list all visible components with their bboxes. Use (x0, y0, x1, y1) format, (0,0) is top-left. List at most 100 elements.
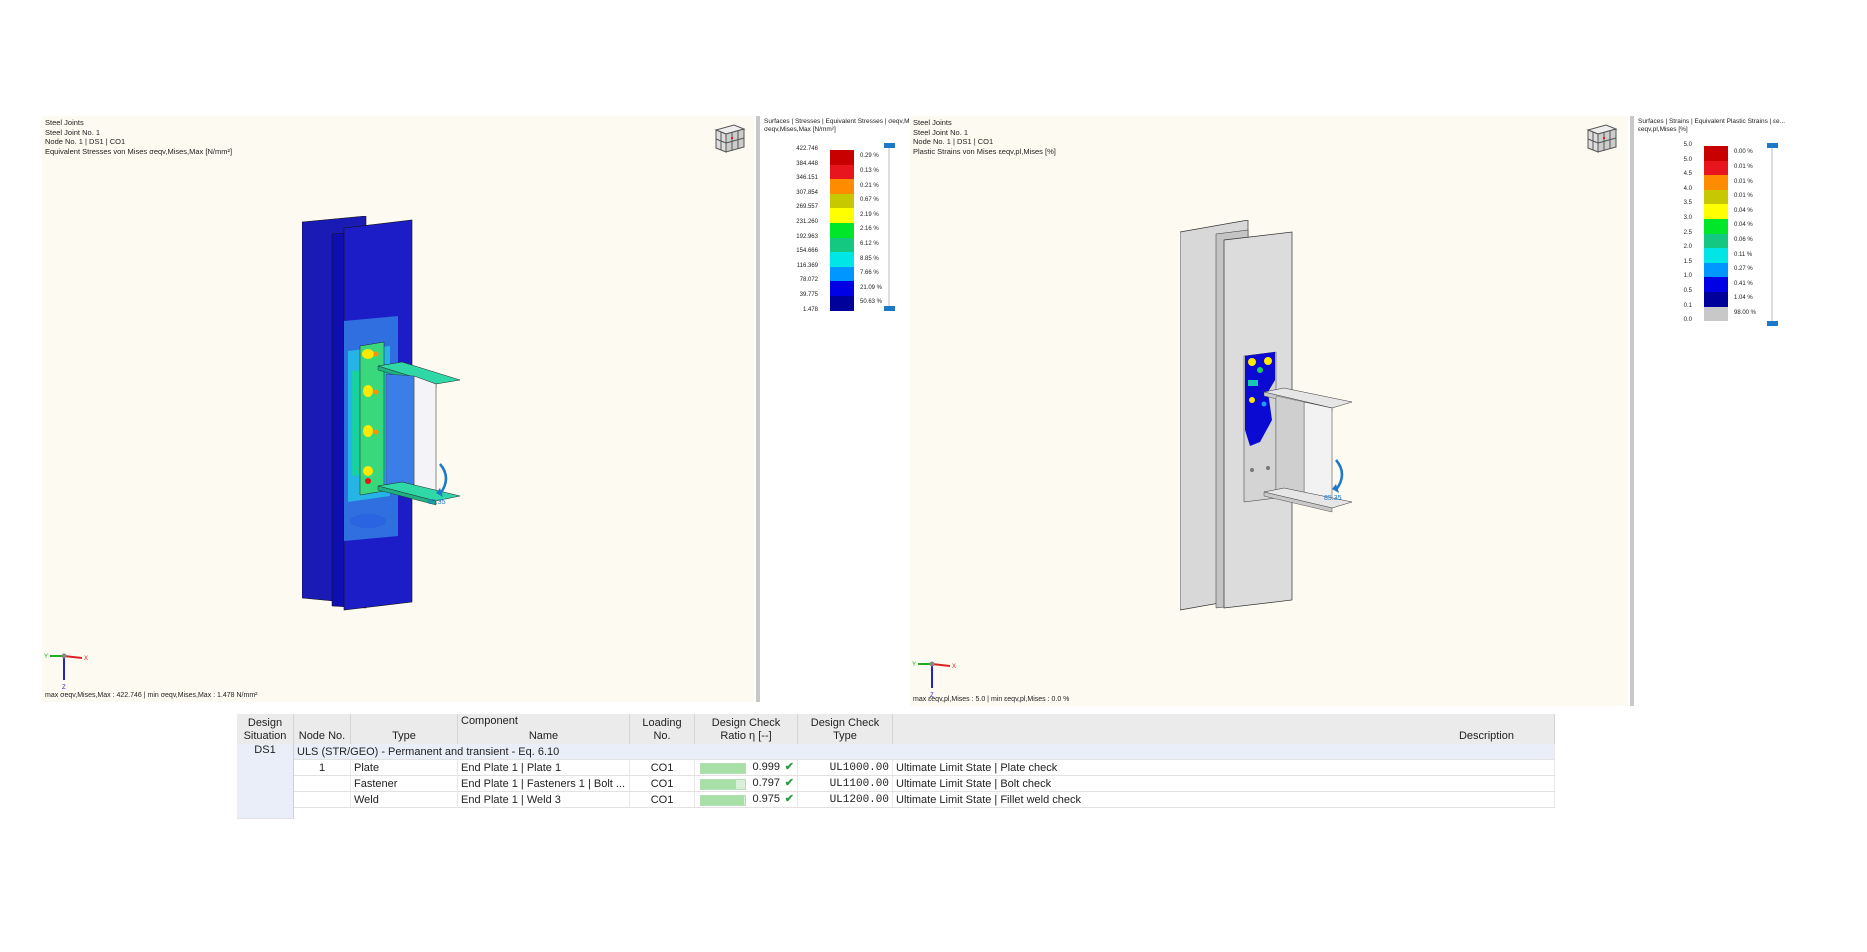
strain-view-panel[interactable]: Steel Joints Steel Joint No. 1 Node No. … (910, 116, 1628, 706)
group-row[interactable]: DS1 ULS (STR/GEO) - Permanent and transi… (237, 744, 1555, 819)
legend-title-text: Surfaces | Stresses | Equivalent Stresse… (764, 118, 915, 125)
legend-value: 307.854 (796, 189, 818, 196)
legend-value: 1.0 (1683, 273, 1692, 280)
check-ok-icon: ✔ (784, 777, 794, 789)
col-type[interactable]: Type (350, 729, 458, 744)
table-row[interactable]: Weld End Plate 1 | Weld 3 CO1 0.975 ✔ UL1… (237, 791, 1555, 808)
ratio-cell: 0.999 ✔ (694, 759, 798, 776)
ratio-bar-fill (701, 780, 737, 789)
header-line: Node No. 1 | DS1 | CO1 (913, 137, 994, 146)
legend-value: 1.5 (1683, 258, 1692, 265)
legend-color-swatch (1704, 248, 1728, 263)
legend-value: 5.0 (1683, 142, 1692, 148)
axis-y-label: Y (912, 662, 916, 668)
legend-value: 2.5 (1683, 229, 1692, 236)
legend-percent: 0.29 % (860, 153, 879, 160)
legend-title-text: Surfaces | Strains | Equivalent Plastic … (1638, 118, 1786, 125)
stress-view-panel[interactable]: Steel Joints Steel Joint No. 1 Node No. … (42, 116, 754, 702)
legend-percent: 6.12 % (860, 240, 879, 247)
legend-color-swatch (1704, 262, 1728, 278)
legend-min-handle[interactable] (884, 306, 895, 311)
legend-percent: 0.27 % (1734, 266, 1753, 273)
axis-x-label: X (952, 664, 956, 670)
col-ratio[interactable]: Design Check Ratio η [--] (694, 714, 798, 744)
legend-color-swatch (830, 296, 854, 311)
legend-title: Surfaces | Strains | Equivalent Plastic … (1638, 118, 1785, 134)
legend-value: 3.0 (1683, 215, 1692, 221)
header-label: Design Situation (243, 717, 287, 742)
check-type-cell: UL1200.00 (797, 791, 893, 808)
legend-percent: 0.11 % (1734, 251, 1753, 258)
header-label: Design Check Ratio η [--] (711, 717, 781, 742)
strain-view-header: Steel Joints Steel Joint No. 1 Node No. … (913, 118, 1056, 156)
ratio-bar-fill (701, 764, 745, 773)
header-label: Loading No. (642, 717, 682, 742)
legend-color-swatch (1704, 160, 1728, 176)
legend-value: 3.5 (1683, 200, 1692, 207)
strain-joint-model[interactable]: 85.35 (1180, 220, 1360, 620)
legend-min-handle[interactable] (1767, 321, 1778, 326)
name-cell: End Plate 1 | Weld 3 (457, 791, 630, 808)
description-cell: Ultimate Limit State | Plate check (892, 759, 1555, 776)
type-cell: Fastener (350, 775, 458, 792)
ratio-value: 0.975 (752, 793, 780, 805)
header-line: Node No. 1 | DS1 | CO1 (45, 137, 126, 146)
description-cell: Ultimate Limit State | Fillet weld check (892, 791, 1555, 808)
stress-joint-model[interactable]: 85.35 (302, 216, 462, 616)
legend-max-handle[interactable] (1767, 143, 1778, 148)
col-design-situation[interactable]: Design Situation (237, 714, 294, 744)
legend-value: 4.5 (1683, 171, 1692, 178)
table-row[interactable]: Fastener End Plate 1 | Fasteners 1 | Bol… (237, 775, 1555, 792)
table-row[interactable]: 1 Plate End Plate 1 | Plate 1 CO1 0.999 ✔… (237, 759, 1555, 776)
legend-value: 116.369 (796, 262, 818, 269)
col-component: Component (457, 714, 630, 729)
legend-slider-track[interactable] (1771, 146, 1773, 321)
legend-value: 5.0 (1683, 156, 1692, 163)
header-label: Type (392, 730, 416, 742)
legend-color-swatch (1704, 277, 1728, 292)
legend-value: 269.557 (796, 204, 818, 211)
table-row-empty (237, 808, 1555, 819)
view-cube-icon[interactable] (712, 122, 748, 154)
check-ok-icon: ✔ (784, 761, 794, 773)
check-type-cell: UL1000.00 (797, 759, 893, 776)
ratio-bar (700, 795, 746, 806)
check-ok-icon: ✔ (784, 793, 794, 805)
col-loading-no[interactable]: Loading No. (629, 714, 695, 744)
legend-percent: 0.00 % (1734, 149, 1753, 156)
legend-color-swatch (1704, 233, 1728, 249)
legend-percent: 0.01 % (1734, 178, 1753, 185)
col-name[interactable]: Name (457, 729, 630, 744)
legend-slider-track[interactable] (888, 146, 890, 306)
legend-percent: 0.06 % (1734, 236, 1753, 243)
group-label: ULS (STR/GEO) - Permanent and transient … (293, 744, 1555, 760)
legend-value: 154.666 (796, 248, 818, 255)
legend-value: 0.1 (1683, 302, 1692, 309)
header-line: Equivalent Stresses von Mises σeqv,Mises… (45, 146, 233, 156)
legend-title: Surfaces | Stresses | Equivalent Stresse… (764, 118, 915, 134)
legend-percent: 2.19 % (860, 211, 879, 218)
legend-color-swatch (830, 266, 854, 282)
axis-x-label: X (84, 656, 88, 662)
design-situation-cell: DS1 (237, 744, 294, 819)
stress-view-header: Steel Joints Steel Joint No. 1 Node No. … (45, 118, 232, 156)
col-description[interactable]: Description (892, 714, 1555, 744)
col-component-group (350, 714, 458, 729)
legend-color-swatch (830, 252, 854, 267)
legend-percent: 0.01 % (1734, 163, 1753, 170)
legend-max-handle[interactable] (884, 143, 895, 148)
header-label: Description (1458, 730, 1514, 742)
header-label: Node No. (298, 730, 346, 742)
col-node-no[interactable]: Node No. (293, 714, 351, 744)
axis-z-label: Z (62, 685, 66, 691)
node-cell (293, 775, 351, 792)
moment-value-label: 85.35 (1324, 495, 1342, 502)
legend-value: 39.775 (799, 292, 818, 298)
axis-y-label: Y (44, 654, 48, 660)
view-cube-icon[interactable] (1584, 122, 1620, 154)
col-check-type[interactable]: Design Check Type (797, 714, 893, 744)
header-label: Component (461, 715, 518, 727)
loading-cell: CO1 (629, 791, 695, 808)
legend-value: 0.5 (1683, 288, 1692, 294)
check-type-cell: UL1100.00 (797, 775, 893, 792)
